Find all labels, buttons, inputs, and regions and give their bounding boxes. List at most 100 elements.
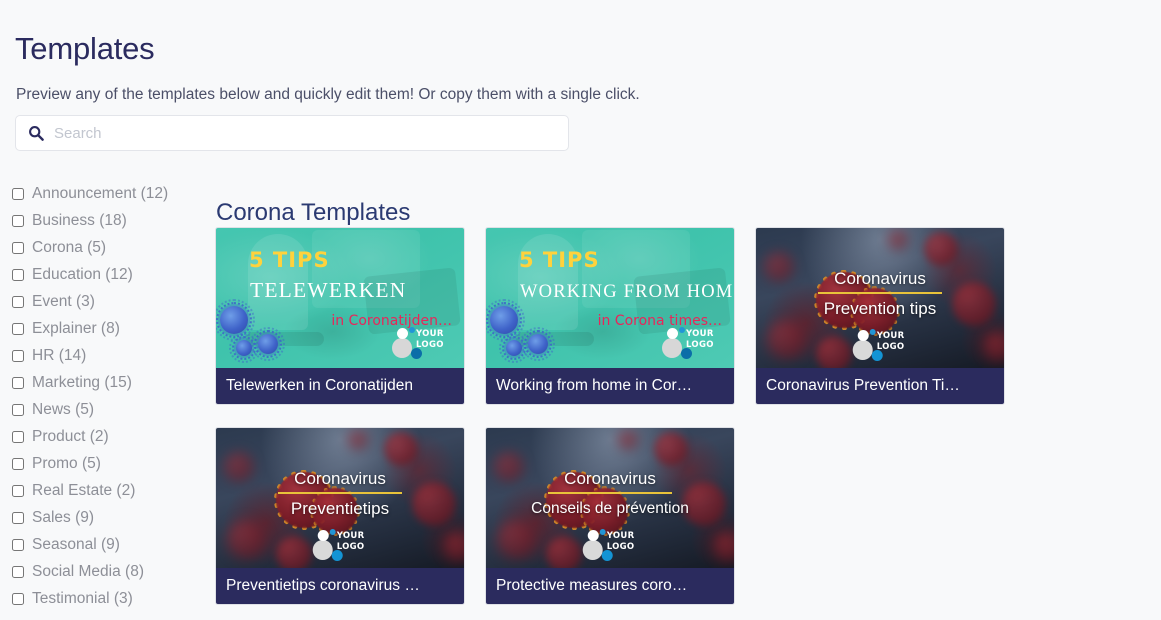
filter-item-sales[interactable]: Sales (9) [12,504,212,531]
filter-checkbox-seasonal[interactable] [12,538,24,551]
your-logo-badge: YOUR LOGO [852,328,915,362]
filter-checkbox-testimonial[interactable] [12,592,24,605]
thumbnail-headline: TELEWERKEN [250,278,407,302]
filter-checkbox-social-media[interactable] [12,565,24,578]
filter-item-testimonial[interactable]: Testimonial (3) [12,585,212,612]
logo-text-line1: YOUR [416,329,444,339]
thumbnail-divider [818,292,942,294]
virus-icon [216,299,255,341]
logo-circle-large [662,338,682,358]
logo-dot-blue-small [599,529,606,535]
logo-text-line2: LOGO [416,340,444,350]
your-logo-badge: YOUR LOGO [312,528,375,562]
thumbnail-tips-label: 5 TIPS [519,248,600,272]
section-title: Corona Templates [216,198,411,226]
filter-checkbox-explainer[interactable] [12,322,24,335]
template-grid: 5 TIPS TELEWERKEN in Coronatijden… YOUR LOGO… [215,227,1145,605]
logo-text-line1: YOUR [606,531,635,541]
filter-checkbox-marketing[interactable] [12,376,24,389]
filter-label: Seasonal (9) [32,536,120,553]
filter-item-explainer[interactable]: Explainer (8) [12,315,212,342]
filter-checkbox-corona[interactable] [12,241,24,254]
search-icon [29,126,44,141]
virus-cell [618,430,638,450]
virus-cell [496,520,536,560]
template-card[interactable]: Coronavirus Conseils de prévention YOUR LOG… [485,427,735,605]
thumbnail-title: Coronavirus [564,469,656,488]
template-card-caption: Coronavirus Prevention Ti… [756,368,1004,404]
filter-checkbox-hr[interactable] [12,349,24,362]
virus-cell [444,532,464,562]
filter-item-corona[interactable]: Corona (5) [12,234,212,261]
virus-icon [486,299,525,341]
thumbnail-tips-label: 5 TIPS [249,248,330,272]
virus-cell [714,532,734,562]
filter-item-education[interactable]: Education (12) [12,261,212,288]
thumbnail-subtitle: Conseils de prévention [531,500,689,517]
filter-label: Product (2) [32,428,109,445]
filter-item-news[interactable]: News (5) [12,396,212,423]
filter-item-seasonal[interactable]: Seasonal (9) [12,531,212,558]
filter-label: Real Estate (2) [32,482,136,499]
filter-checkbox-product[interactable] [12,430,24,443]
filter-item-event[interactable]: Event (3) [12,288,212,315]
logo-circle-small [857,330,869,341]
virus-cell [546,536,582,568]
logo-circle-large [312,540,333,560]
template-card[interactable]: 5 TIPS WORKING FROM HOME in Corona times… Y… [485,227,735,405]
filter-checkbox-education[interactable] [12,268,24,281]
thumbnail-title: Coronavirus [294,469,386,488]
page-title: Templates [15,30,155,66]
logo-dot-blue-small [869,329,876,335]
logo-text: YOUR LOGO [686,329,714,351]
logo-text-line2: LOGO [876,342,905,352]
template-card-caption: Working from home in Cor… [486,368,734,404]
filter-label: Education (12) [32,266,133,283]
filter-item-social-media[interactable]: Social Media (8) [12,558,212,585]
template-card-caption: Protective measures coro… [486,568,734,604]
template-card-caption: Telewerken in Coronatijden [216,368,464,404]
virus-cell [816,336,852,368]
template-thumbnail: Coronavirus Preventietips YOUR LOGO [216,428,464,568]
search-input[interactable] [54,116,556,150]
template-card[interactable]: Coronavirus Preventietips YOUR LOGO Preventi… [215,427,465,605]
logo-text-line1: YOUR [336,531,365,541]
filter-item-product[interactable]: Product (2) [12,423,212,450]
filter-item-hr[interactable]: HR (14) [12,342,212,369]
logo-circle-small [397,328,408,339]
filter-checkbox-news[interactable] [12,403,24,416]
filter-item-promo[interactable]: Promo (5) [12,450,212,477]
thumbnail-headline: WORKING FROM HOME [520,282,734,302]
virus-cell [348,430,368,450]
filter-checkbox-promo[interactable] [12,457,24,470]
template-thumbnail: Coronavirus Conseils de prévention YOUR LOG… [486,428,734,568]
filter-label: Promo (5) [32,455,101,472]
filter-item-real-estate[interactable]: Real Estate (2) [12,477,212,504]
thumbnail-title: Coronavirus [834,269,926,288]
filter-checkbox-announcement[interactable] [12,187,24,200]
search-box[interactable] [15,115,569,151]
thumbnail-divider [548,492,672,494]
page-subtitle: Preview any of the templates below and q… [16,85,640,103]
filter-checkbox-real-estate[interactable] [12,484,24,497]
filter-checkbox-business[interactable] [12,214,24,227]
filter-checkbox-sales[interactable] [12,511,24,524]
filter-label: Explainer (8) [32,320,120,337]
filter-label: Marketing (15) [32,374,132,391]
virus-cell [226,520,266,560]
filter-label: Announcement (12) [32,185,169,202]
template-thumbnail: 5 TIPS WORKING FROM HOME in Corona times… Y… [486,228,734,368]
template-card[interactable]: 5 TIPS TELEWERKEN in Coronatijden… YOUR LOGO… [215,227,465,405]
category-filter-list: Announcement (12) Business (18) Corona (5)… [12,180,212,612]
filter-item-business[interactable]: Business (18) [12,207,212,234]
filter-item-marketing[interactable]: Marketing (15) [12,369,212,396]
filter-item-announcement[interactable]: Announcement (12) [12,180,212,207]
logo-circle-small [317,530,329,541]
logo-text-line1: YOUR [686,329,714,339]
template-card[interactable]: Coronavirus Prevention tips YOUR LOGO Corona… [755,227,1005,405]
virus-icon [229,333,259,363]
logo-text-line2: LOGO [686,340,714,350]
filter-checkbox-event[interactable] [12,295,24,308]
virus-icon [499,333,529,363]
filter-label: Business (18) [32,212,127,229]
